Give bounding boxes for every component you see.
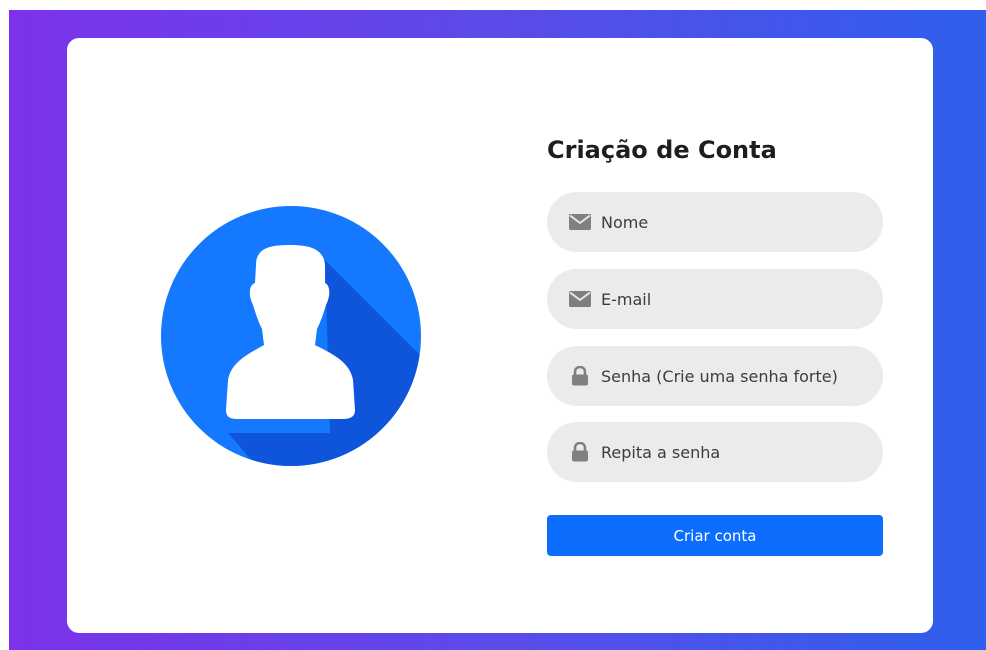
signup-form: Criação de Conta Nome E-mail Senha (Crie… xyxy=(547,130,885,556)
email-placeholder: E-mail xyxy=(601,289,652,309)
signup-card: Criação de Conta Nome E-mail Senha (Crie… xyxy=(67,38,933,633)
confirm-password-placeholder: Repita a senha xyxy=(601,442,721,462)
name-field[interactable]: Nome xyxy=(547,192,883,252)
create-account-button[interactable]: Criar conta xyxy=(547,515,883,556)
user-avatar-icon xyxy=(160,205,422,467)
lock-icon xyxy=(567,366,593,386)
envelope-icon xyxy=(567,212,593,232)
background: Criação de Conta Nome E-mail Senha (Crie… xyxy=(9,10,986,650)
lock-icon xyxy=(567,442,593,462)
password-field[interactable]: Senha (Crie uma senha forte) xyxy=(547,346,883,406)
password-placeholder: Senha (Crie uma senha forte) xyxy=(601,366,838,386)
name-placeholder: Nome xyxy=(601,212,649,232)
envelope-icon xyxy=(567,289,593,309)
form-title: Criação de Conta xyxy=(547,136,777,164)
confirm-password-field[interactable]: Repita a senha xyxy=(547,422,883,482)
email-field[interactable]: E-mail xyxy=(547,269,883,329)
